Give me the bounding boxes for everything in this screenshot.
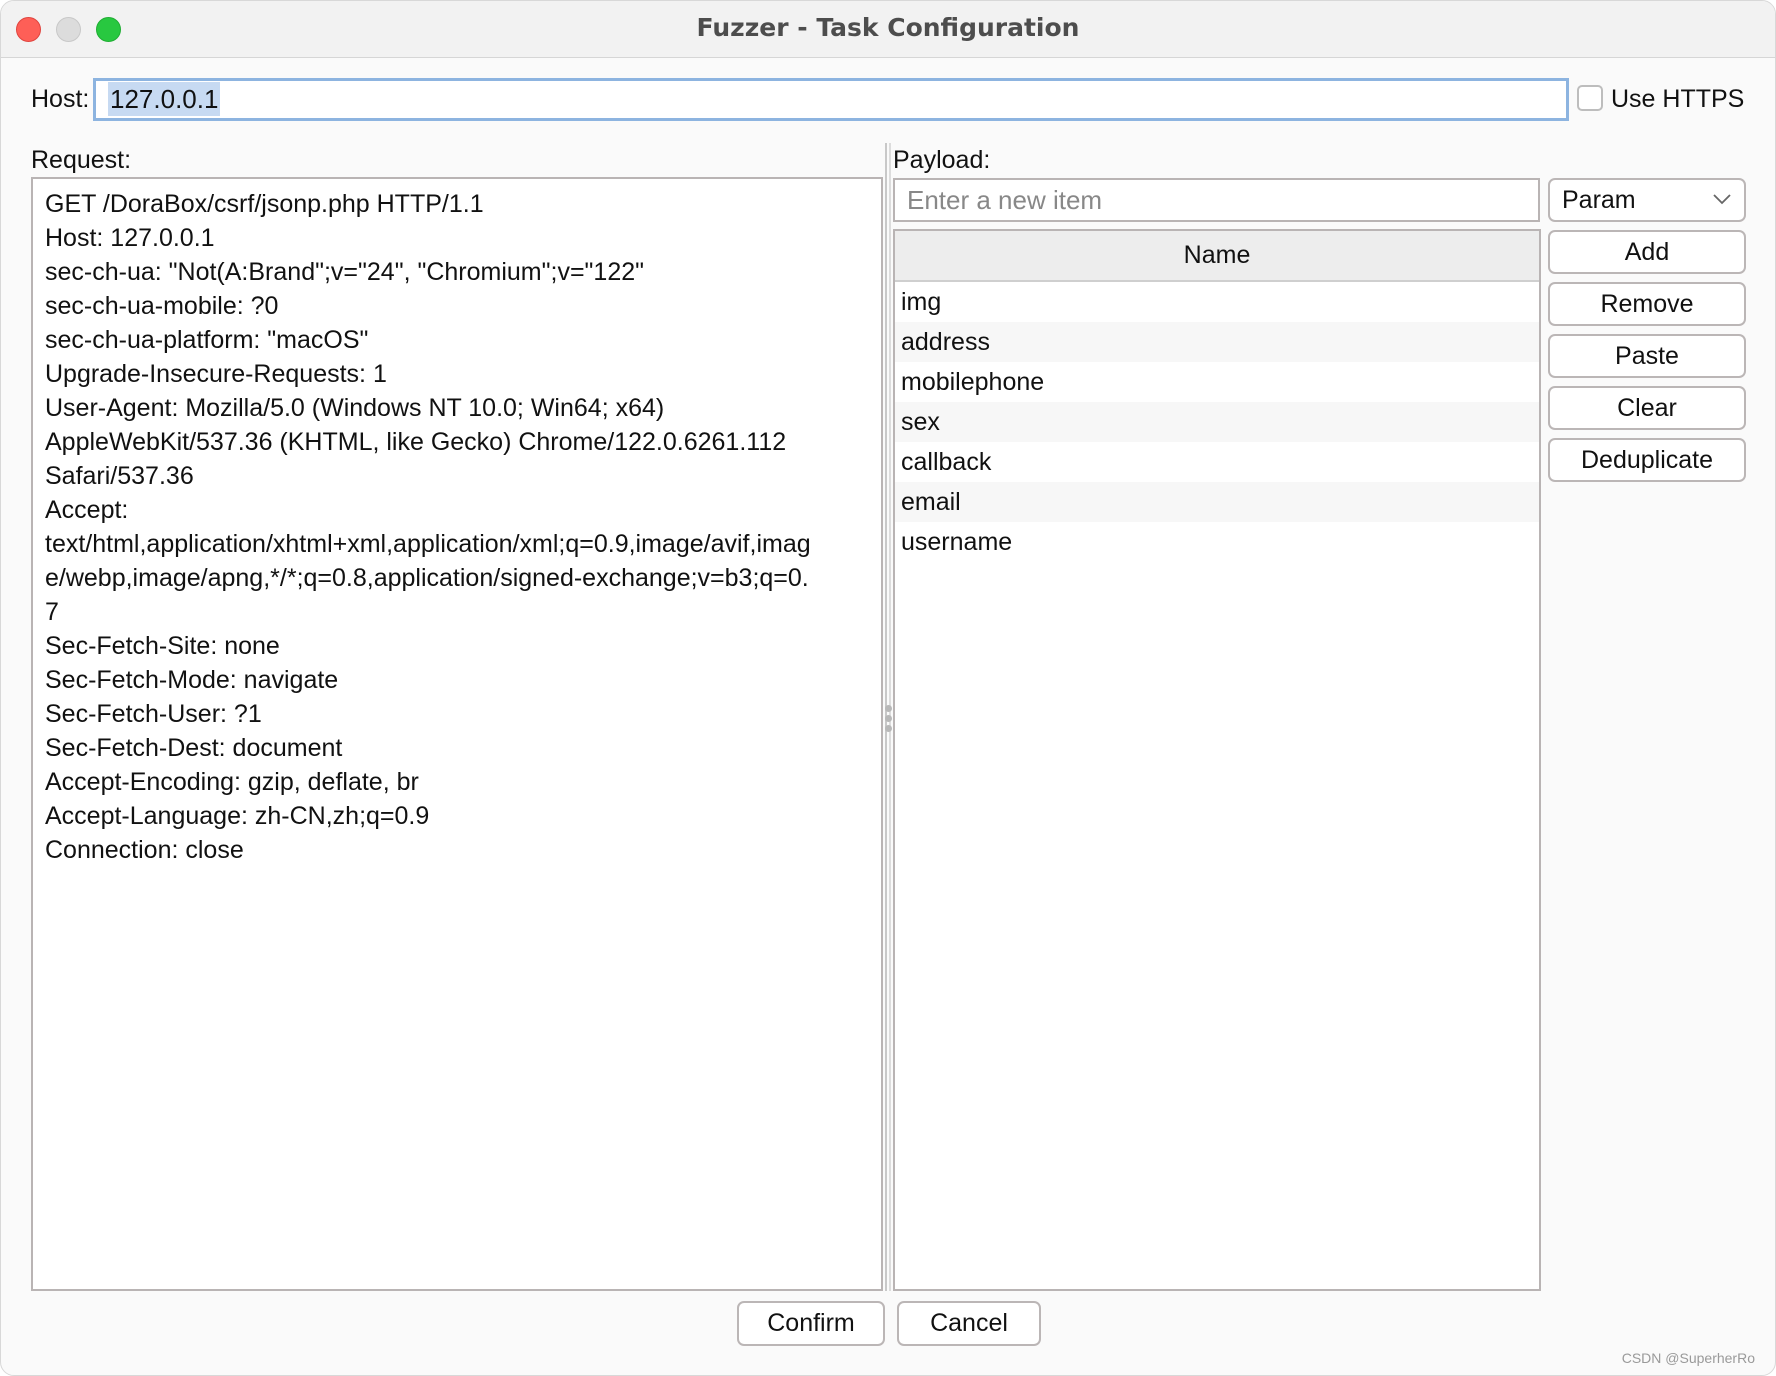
new-item-placeholder: Enter a new item: [907, 185, 1103, 215]
payload-row[interactable]: callback: [895, 442, 1539, 482]
payload-type-select[interactable]: Param: [1548, 178, 1746, 222]
payload-type-value: Param: [1562, 186, 1636, 214]
payload-row[interactable]: mobilephone: [895, 362, 1539, 402]
host-value: 127.0.0.1: [108, 82, 221, 116]
payload-row[interactable]: address: [895, 322, 1539, 362]
request-line: User-Agent: Mozilla/5.0 (Windows NT 10.0…: [45, 394, 665, 422]
request-line: Sec-Fetch-Dest: document: [45, 734, 343, 762]
request-line: Sec-Fetch-Mode: navigate: [45, 666, 339, 694]
cancel-button[interactable]: Cancel: [897, 1301, 1041, 1346]
splitter-dot: [885, 705, 892, 712]
request-line: sec-ch-ua-platform: "macOS": [45, 326, 369, 354]
payload-row[interactable]: email: [895, 482, 1539, 522]
deduplicate-button[interactable]: Deduplicate: [1548, 438, 1746, 482]
use-https-checkbox[interactable]: [1577, 85, 1603, 111]
request-line: Accept-Encoding: gzip, deflate, br: [45, 768, 419, 796]
title-bar: Fuzzer - Task Configuration: [1, 1, 1775, 58]
request-line: 7: [45, 598, 59, 626]
request-line: sec-ch-ua: "Not(A:Brand";v="24", "Chromi…: [45, 258, 645, 286]
window-title: Fuzzer - Task Configuration: [696, 13, 1080, 42]
chevron-down-icon: [1713, 194, 1731, 205]
payload-label: Payload:: [893, 146, 991, 174]
payload-table: Name img address mobilephone sex callback ema…: [893, 229, 1541, 1291]
paste-button[interactable]: Paste: [1548, 334, 1746, 378]
request-editor[interactable]: GET /DoraBox/csrf/jsonp.php HTTP/1.1 Host…: [31, 177, 883, 1291]
splitter-dot: [885, 725, 892, 732]
request-line: Accept:: [45, 496, 129, 524]
request-line: e/webp,image/apng,*/*;q=0.8,application/…: [45, 564, 809, 592]
payload-row[interactable]: username: [895, 522, 1539, 562]
request-line: sec-ch-ua-mobile: ?0: [45, 292, 279, 320]
request-line: Accept-Language: zh-CN,zh;q=0.9: [45, 802, 430, 830]
request-line: Host: 127.0.0.1: [45, 224, 215, 252]
host-label: Host:: [31, 85, 90, 113]
column-header-name[interactable]: Name: [895, 231, 1539, 282]
host-input[interactable]: 127.0.0.1: [93, 78, 1569, 121]
payload-row[interactable]: img: [895, 282, 1539, 322]
clear-button[interactable]: Clear: [1548, 386, 1746, 430]
request-label: Request:: [31, 146, 132, 174]
request-line: Upgrade-Insecure-Requests: 1: [45, 360, 387, 388]
fuzzer-task-config-window: Fuzzer - Task Configuration Host: 127.0.…: [0, 0, 1776, 1376]
request-line: Sec-Fetch-Site: none: [45, 632, 280, 660]
new-item-input[interactable]: Enter a new item: [893, 178, 1540, 222]
payload-row[interactable]: sex: [895, 402, 1539, 442]
request-line: Safari/537.36: [45, 462, 194, 490]
confirm-button[interactable]: Confirm: [737, 1301, 885, 1346]
request-line: Connection: close: [45, 836, 244, 864]
add-button[interactable]: Add: [1548, 230, 1746, 274]
request-line: AppleWebKit/537.36 (KHTML, like Gecko) C…: [45, 428, 787, 456]
payload-table-body: img address mobilephone sex callback email use…: [895, 282, 1539, 562]
request-line: text/html,application/xhtml+xml,applicat…: [45, 530, 811, 558]
splitter-dot: [885, 715, 892, 722]
request-line: Sec-Fetch-User: ?1: [45, 700, 262, 728]
use-https-label[interactable]: Use HTTPS: [1611, 85, 1744, 114]
remove-button[interactable]: Remove: [1548, 282, 1746, 326]
watermark: CSDN @SuperherRo: [1621, 1350, 1755, 1366]
request-line: GET /DoraBox/csrf/jsonp.php HTTP/1.1: [45, 190, 484, 218]
